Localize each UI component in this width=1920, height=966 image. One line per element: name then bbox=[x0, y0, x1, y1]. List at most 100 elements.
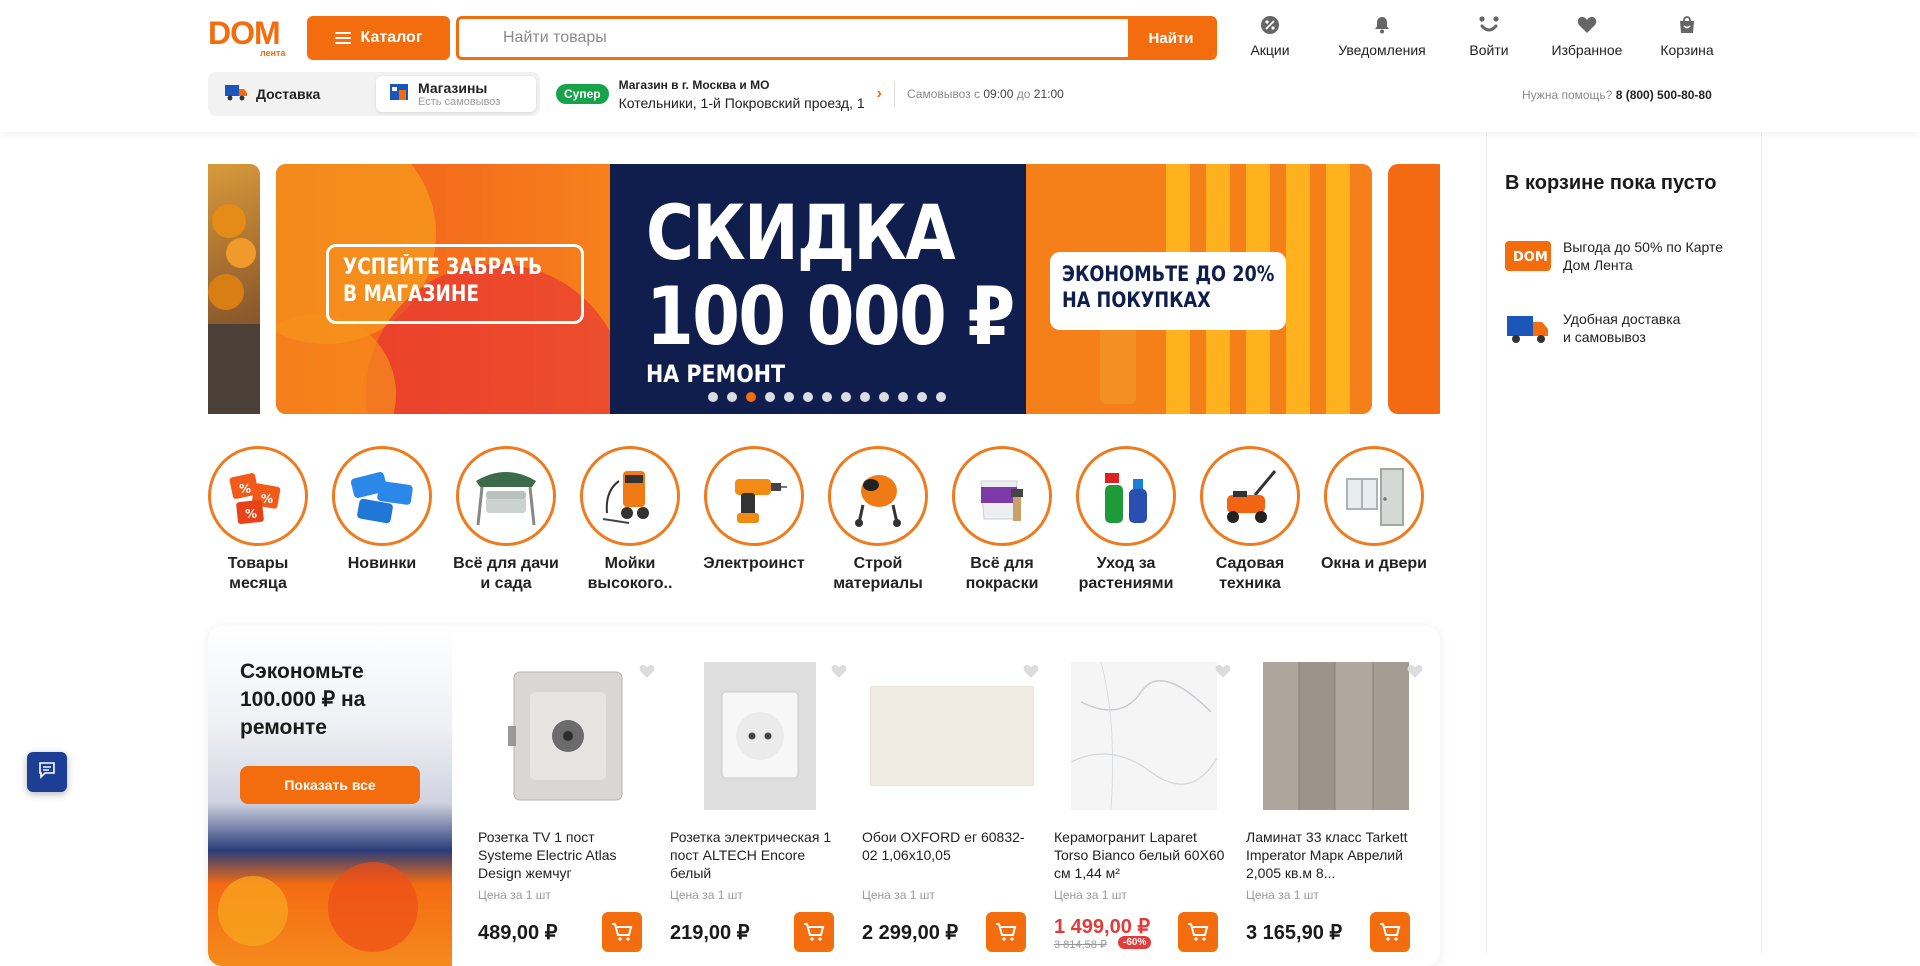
pickup-from: 09:00 bbox=[983, 87, 1014, 101]
product-image bbox=[670, 662, 850, 810]
category-item[interactable]: Электроинст bbox=[703, 446, 805, 594]
category-item[interactable]: Новинки bbox=[332, 446, 432, 594]
heart-icon[interactable] bbox=[636, 660, 658, 682]
carousel-dot[interactable] bbox=[822, 392, 832, 402]
category-item[interactable]: Строй материалы bbox=[828, 446, 928, 594]
category-item[interactable]: Окна и двери bbox=[1321, 446, 1427, 594]
carousel-dot[interactable] bbox=[784, 392, 794, 402]
category-item[interactable]: Садовая техника bbox=[1200, 446, 1300, 594]
carousel-pagination bbox=[708, 392, 946, 402]
category-name: Всё для дачи и сада bbox=[453, 555, 559, 592]
truck-icon bbox=[1505, 308, 1551, 348]
pickup-bubble: УСПЕЙТЕ ЗАБРАТЬ В МАГАЗИНЕ bbox=[326, 244, 584, 324]
pickup-prefix: Самовывоз с bbox=[907, 87, 981, 101]
add-to-cart-button[interactable] bbox=[1178, 912, 1218, 952]
product-name[interactable]: Розетка электрическая 1 пост ALTECH Enco… bbox=[670, 828, 842, 882]
add-to-cart-button[interactable] bbox=[602, 912, 642, 952]
cart-empty-title: В корзине пока пусто bbox=[1505, 172, 1717, 194]
product-card[interactable]: Розетка TV 1 пост Systeme Electric Atlas… bbox=[478, 626, 658, 966]
product-image bbox=[1246, 662, 1426, 810]
product-price: 2 299,00 ₽ bbox=[862, 922, 959, 944]
carousel-dot[interactable] bbox=[708, 392, 718, 402]
carousel-dot[interactable] bbox=[746, 392, 756, 402]
chat-support-button[interactable] bbox=[27, 752, 67, 792]
heart-icon[interactable] bbox=[828, 660, 850, 682]
carousel-dot[interactable] bbox=[879, 392, 889, 402]
nav-favorites[interactable]: Избранное bbox=[1526, 14, 1648, 58]
search-button[interactable]: Найти bbox=[1128, 19, 1214, 57]
carousel-active-slide[interactable]: УСПЕЙТЕ ЗАБРАТЬ В МАГАЗИНЕ СКИДКА 100 00… bbox=[276, 164, 1372, 414]
logo[interactable]: DOM лента bbox=[208, 17, 292, 58]
category-item[interactable]: Всё для покраски bbox=[952, 446, 1052, 594]
promo-products-section: Сэкономьте 100.000 ₽ на ремонте Показать… bbox=[208, 626, 1440, 966]
nav-cart[interactable]: Корзина bbox=[1648, 14, 1726, 58]
search-bar: Найти bbox=[456, 16, 1217, 60]
svg-text:DOM: DOM bbox=[1513, 250, 1548, 265]
category-item[interactable]: Всё для дачи и сада bbox=[453, 446, 559, 594]
nav-label: Избранное bbox=[1551, 42, 1623, 58]
nav-login[interactable]: Войти bbox=[1452, 14, 1526, 58]
product-card[interactable]: Розетка электрическая 1 пост ALTECH Enco… bbox=[670, 626, 850, 966]
delivery-info[interactable]: Удобная доставка и самовывоз bbox=[1505, 308, 1743, 348]
store-icon bbox=[388, 82, 410, 107]
carousel-dot[interactable] bbox=[803, 392, 813, 402]
carousel-dot[interactable] bbox=[841, 392, 851, 402]
carousel-prev-slide[interactable] bbox=[208, 164, 260, 414]
savings-bubble: ЭКОНОМЬТЕ ДО 20% НА ПОКУПКАХ bbox=[1050, 252, 1286, 330]
product-name[interactable]: Ламинат 33 класс Tarkett Imperator Марк … bbox=[1246, 828, 1418, 882]
product-unit: Цена за 1 шт bbox=[1246, 888, 1319, 902]
carousel-dot[interactable] bbox=[727, 392, 737, 402]
catalog-button[interactable]: Каталог bbox=[307, 16, 450, 60]
product-card[interactable]: Керамогранит Laparet Torso Bianco белый … bbox=[1054, 626, 1234, 966]
carousel-dot[interactable] bbox=[765, 392, 775, 402]
svg-text:%: % bbox=[245, 507, 257, 521]
category-item[interactable]: %%% Товары месяца bbox=[208, 446, 308, 594]
chevron-right-icon[interactable]: › bbox=[877, 85, 882, 103]
carousel-dot[interactable] bbox=[936, 392, 946, 402]
carousel-next-slide[interactable] bbox=[1388, 164, 1440, 414]
product-unit: Цена за 1 шт bbox=[1054, 888, 1127, 902]
search-input[interactable] bbox=[459, 19, 1128, 57]
delivery-info-text: Удобная доставка и самовывоз bbox=[1563, 310, 1743, 346]
add-to-cart-button[interactable] bbox=[1370, 912, 1410, 952]
heart-icon[interactable] bbox=[1212, 660, 1234, 682]
delivery-option[interactable]: Доставка bbox=[212, 76, 376, 112]
product-name[interactable]: Розетка TV 1 пост Systeme Electric Atlas… bbox=[478, 828, 650, 882]
product-card[interactable]: Обои OXFORD ег 60832-02 1,06x10,05 Цена … bbox=[862, 626, 1042, 966]
store-selector[interactable]: Магазин в г. Москва и МО Котельники, 1-й… bbox=[619, 78, 865, 111]
carousel-dot[interactable] bbox=[860, 392, 870, 402]
truck-icon bbox=[224, 82, 248, 107]
product-name[interactable]: Керамогранит Laparet Torso Bianco белый … bbox=[1054, 828, 1226, 882]
add-to-cart-button[interactable] bbox=[986, 912, 1026, 952]
product-name[interactable]: Обои OXFORD ег 60832-02 1,06x10,05 bbox=[862, 828, 1034, 864]
delivery-mode-switch: Доставка Магазины Есть самовывоз bbox=[208, 72, 540, 116]
dom-card-icon: DOM bbox=[1505, 236, 1551, 276]
product-unit: Цена за 1 шт bbox=[478, 888, 551, 902]
carousel-dot[interactable] bbox=[917, 392, 927, 402]
pickup-to: 21:00 bbox=[1033, 87, 1064, 101]
show-all-button[interactable]: Показать все bbox=[240, 766, 420, 804]
nav-promotions[interactable]: Акции bbox=[1228, 14, 1312, 58]
stores-sublabel: Есть самовывоз bbox=[418, 96, 501, 108]
loyalty-card-info[interactable]: DOM Выгода до 50% по Карте Дом Лента bbox=[1505, 236, 1743, 276]
stores-option[interactable]: Магазины Есть самовывоз bbox=[376, 76, 536, 112]
delivery-info-line1: Удобная доставка bbox=[1563, 311, 1681, 327]
heart-icon[interactable] bbox=[1404, 660, 1426, 682]
add-to-cart-button[interactable] bbox=[794, 912, 834, 952]
category-name: Уход за растениями bbox=[1078, 555, 1174, 592]
carousel-dot[interactable] bbox=[898, 392, 908, 402]
delivery-info-line2: и самовывоз bbox=[1563, 329, 1646, 345]
product-image bbox=[478, 662, 658, 810]
svg-text:%: % bbox=[261, 492, 273, 506]
category-name: Садовая техника bbox=[1215, 555, 1285, 592]
nav-notifications[interactable]: Уведомления bbox=[1312, 14, 1452, 58]
category-item[interactable]: Уход за растениями bbox=[1076, 446, 1176, 594]
product-card[interactable]: Ламинат 33 класс Tarkett Imperator Марк … bbox=[1246, 626, 1426, 966]
drill-icon bbox=[704, 446, 804, 546]
help-phone[interactable]: 8 (800) 500-80-80 bbox=[1616, 88, 1712, 102]
promo-carousel: УСПЕЙТЕ ЗАБРАТЬ В МАГАЗИНЕ СКИДКА 100 00… bbox=[208, 164, 1440, 414]
tags-icon: %%% bbox=[208, 446, 308, 546]
banner-right-line1: ЭКОНОМЬТЕ ДО 20% bbox=[1062, 262, 1275, 286]
category-item[interactable]: Мойки высокого.. bbox=[580, 446, 680, 594]
heart-icon[interactable] bbox=[1020, 660, 1042, 682]
